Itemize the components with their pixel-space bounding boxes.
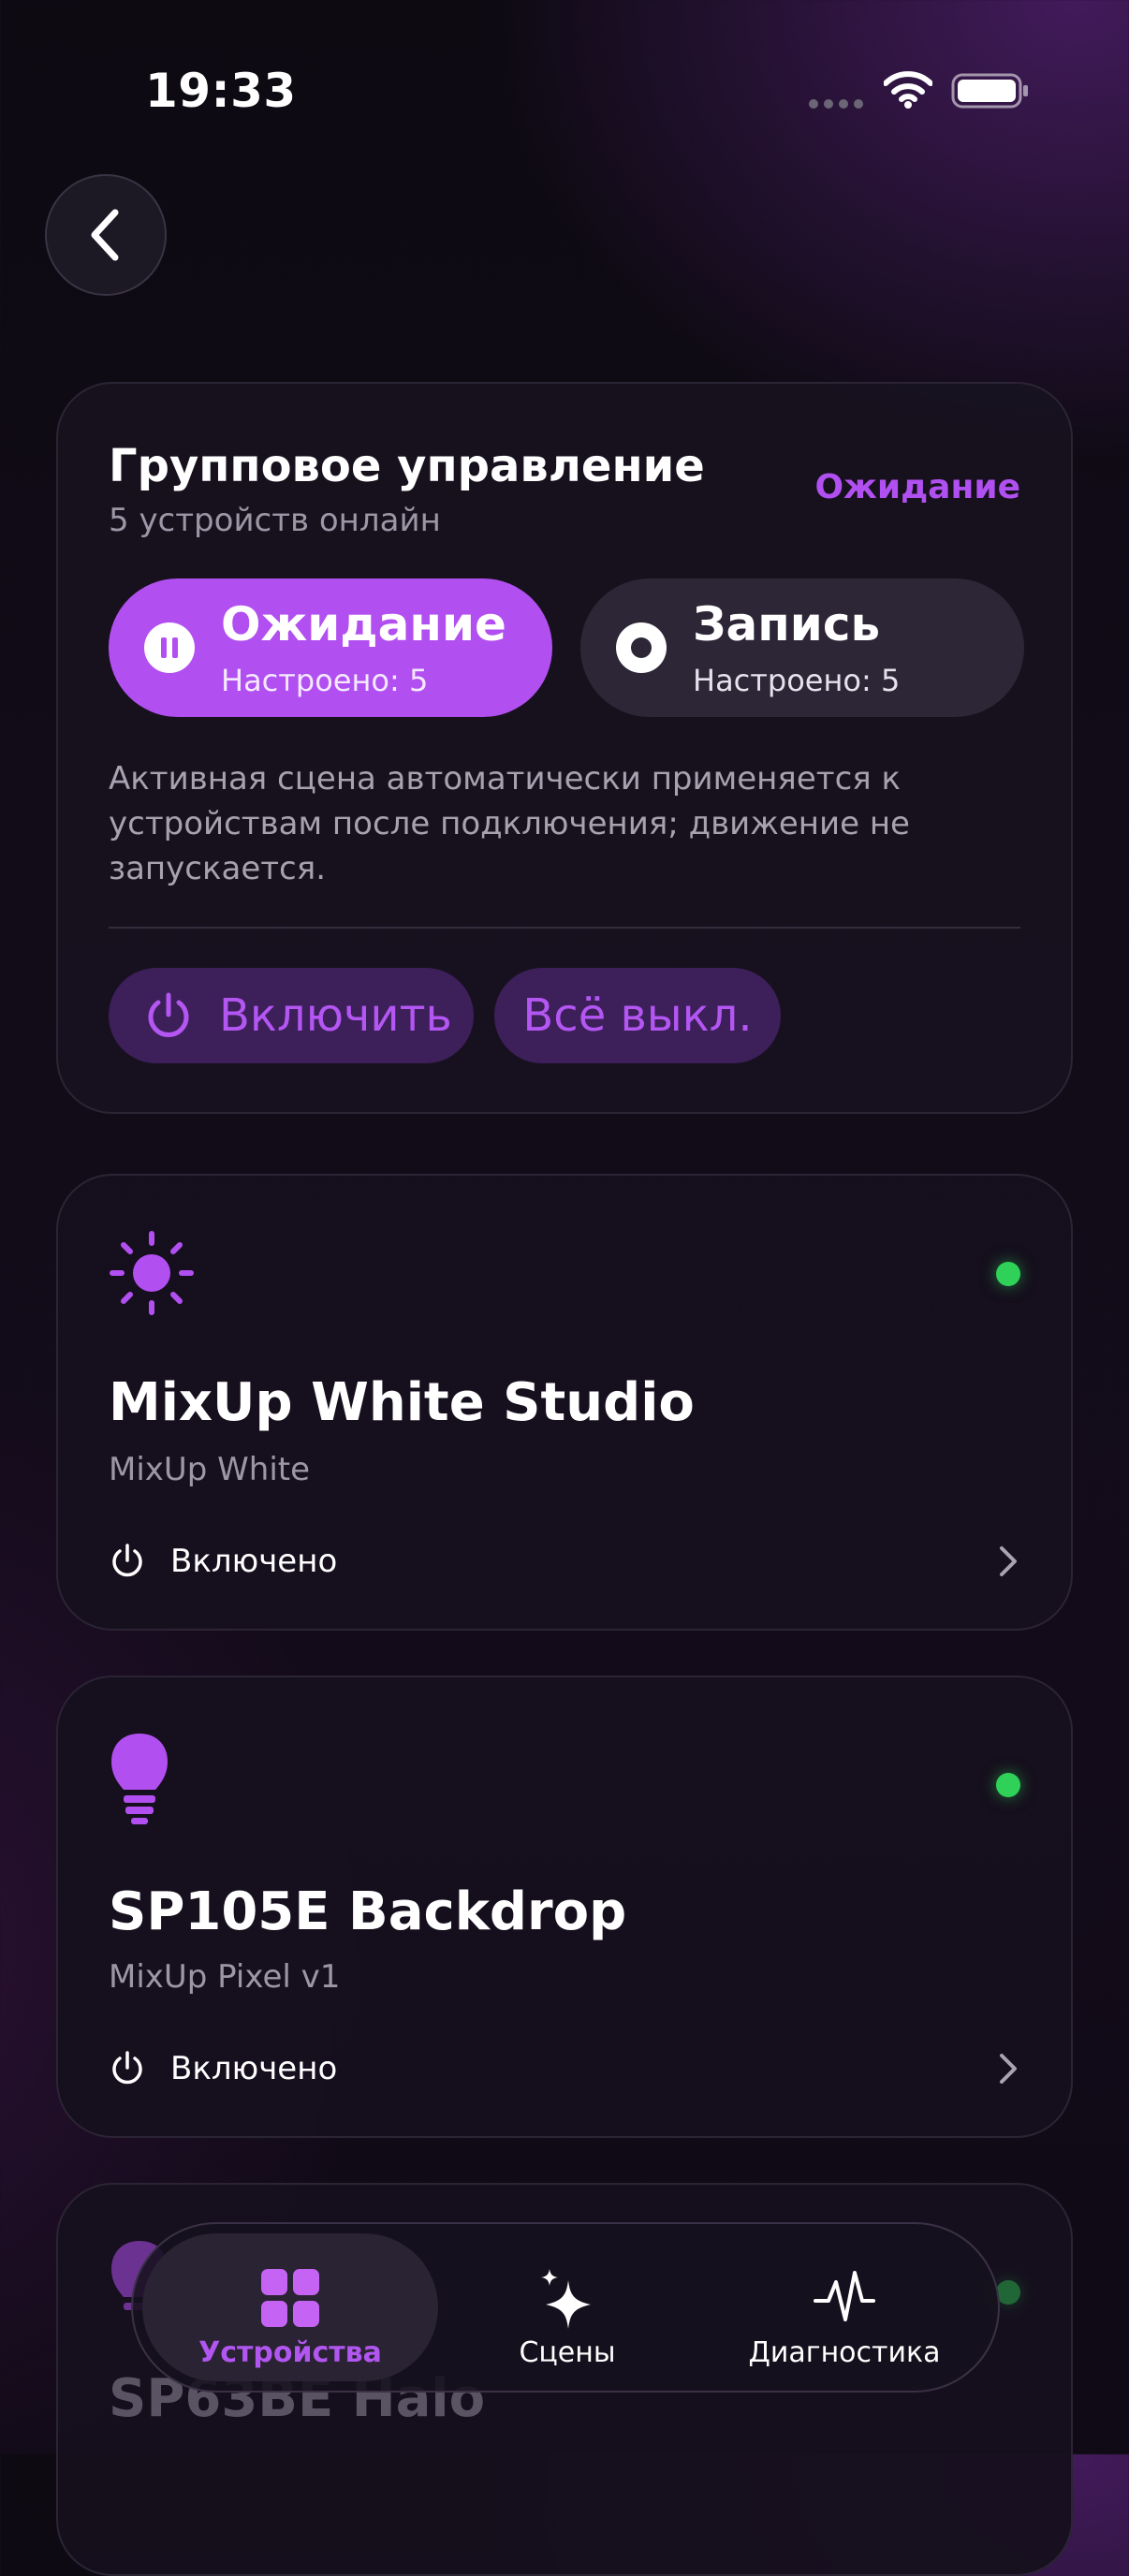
chevron-right-icon: [1000, 1546, 1017, 1576]
device-model: MixUp Pixel v1: [109, 1958, 341, 1996]
device-name: SP105E Backdrop: [109, 1881, 627, 1942]
sun-icon: [110, 1231, 194, 1315]
record-icon: [616, 622, 667, 673]
online-indicator: [996, 1262, 1020, 1286]
tab-diagnostics[interactable]: Диагностика: [696, 2233, 992, 2381]
device-card[interactable]: MixUp White Studio MixUp White Включено: [56, 1174, 1073, 1631]
tab-diagnostics-label: Диагностика: [748, 2336, 941, 2369]
device-name: MixUp White Studio: [109, 1372, 695, 1433]
cellular-dots-icon: [809, 99, 863, 109]
mode-record-label: Запись: [693, 597, 881, 651]
tab-devices[interactable]: Устройства: [142, 2233, 438, 2381]
power-icon: [112, 2051, 142, 2085]
device-model: MixUp White: [109, 1451, 311, 1488]
grid-icon: [261, 2269, 319, 2327]
back-button[interactable]: [45, 174, 167, 296]
group-control-card: Групповое управление 5 устройств онлайн …: [56, 382, 1073, 1114]
mode-standby-label: Ожидание: [221, 597, 506, 651]
tab-devices-label: Устройства: [198, 2336, 382, 2369]
tab-scenes-label: Сцены: [519, 2336, 616, 2369]
power-icon: [112, 1544, 142, 1577]
tab-scenes[interactable]: Сцены: [419, 2233, 715, 2381]
status-time: 19:33: [145, 64, 297, 118]
group-description: Активная сцена автоматически применяется…: [109, 760, 910, 887]
pulse-icon: [814, 2271, 875, 2321]
device-state: Включено: [170, 1543, 338, 1580]
mode-record-count: Настроено: 5: [693, 663, 901, 698]
device-card[interactable]: SP105E Backdrop MixUp Pixel v1 Включено: [56, 1676, 1073, 2138]
online-indicator: [996, 1773, 1020, 1797]
mode-standby-count: Настроено: 5: [221, 663, 429, 698]
tab-bar: Устройства Сцены Диагностика: [131, 2222, 1000, 2393]
battery-icon: [951, 73, 1028, 109]
power-icon: [148, 992, 189, 1037]
divider: [109, 927, 1020, 929]
pause-icon: [144, 622, 195, 673]
mode-standby-button[interactable]: Ожидание Настроено: 5: [109, 578, 552, 717]
turn-on-all-button[interactable]: Включить: [109, 968, 474, 1063]
device-state: Включено: [170, 2050, 338, 2087]
wifi-icon: [884, 71, 932, 109]
turn-off-all-label: Всё выкл.: [522, 989, 753, 1042]
group-title: Групповое управление: [109, 440, 705, 492]
turn-off-all-button[interactable]: Всё выкл.: [494, 968, 781, 1063]
group-online-count: 5 устройств онлайн: [109, 502, 441, 539]
mode-record-button[interactable]: Запись Настроено: 5: [580, 578, 1024, 717]
chevron-right-icon: [1000, 2054, 1017, 2084]
turn-on-all-label: Включить: [219, 989, 452, 1042]
chevron-left-icon: [91, 209, 119, 261]
online-indicator: [996, 2280, 1020, 2305]
bulb-icon: [111, 1734, 168, 1824]
group-status-label: Ожидание: [814, 468, 1020, 506]
sparkles-icon: [541, 2269, 591, 2329]
